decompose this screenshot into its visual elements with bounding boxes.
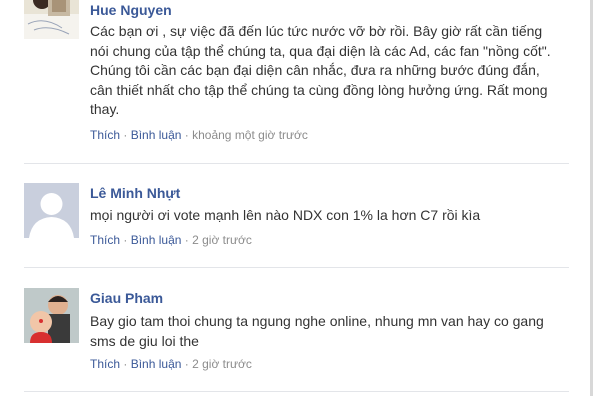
separator: · — [123, 357, 128, 371]
like-link[interactable]: Thích — [90, 233, 120, 247]
separator: · — [184, 233, 189, 247]
like-link[interactable]: Thích — [90, 128, 120, 142]
divider — [24, 391, 569, 392]
reply-link[interactable]: Bình luận — [131, 128, 182, 142]
divider — [24, 267, 569, 268]
divider — [24, 163, 569, 164]
comment-feed: Hue Nguyen Các bạn ơi , sự việc đã đến l… — [0, 0, 593, 396]
separator: · — [184, 357, 189, 371]
comment-author[interactable]: Lê Minh Nhựt — [90, 185, 180, 201]
separator: · — [184, 128, 189, 142]
comment-actions: Thích · Bình luận · 2 giờ trước — [90, 233, 252, 247]
timestamp[interactable]: khoảng một giờ trước — [192, 128, 308, 142]
comment-author[interactable]: Hue Nguyen — [90, 2, 172, 18]
like-link[interactable]: Thích — [90, 357, 120, 371]
reply-link[interactable]: Bình luận — [131, 357, 182, 371]
timestamp[interactable]: 2 giờ trước — [192, 233, 252, 247]
comment-text: Bay gio tam thoi chung ta ngung nghe onl… — [90, 313, 544, 349]
comment-actions: Thích · Bình luận · khoảng một giờ trước — [90, 128, 308, 142]
avatar[interactable] — [24, 183, 79, 238]
separator: · — [123, 233, 128, 247]
avatar[interactable] — [24, 288, 79, 343]
reply-link[interactable]: Bình luận — [131, 233, 182, 247]
timestamp[interactable]: 2 giờ trước — [192, 357, 252, 371]
comment-actions: Thích · Bình luận · 2 giờ trước — [90, 357, 252, 371]
comment-text: mọi người ơi vote mạnh lên nào NDX con 1… — [90, 207, 481, 223]
avatar[interactable] — [24, 0, 79, 39]
comment-author[interactable]: Giau Pham — [90, 290, 163, 306]
comment-text: Các bạn ơi , sự việc đã đến lúc tức nước… — [90, 23, 551, 117]
separator: · — [123, 128, 128, 142]
comment-item: Hue Nguyen Các bạn ơi , sự việc đã đến l… — [0, 0, 593, 165]
default-avatar-icon — [24, 183, 79, 238]
